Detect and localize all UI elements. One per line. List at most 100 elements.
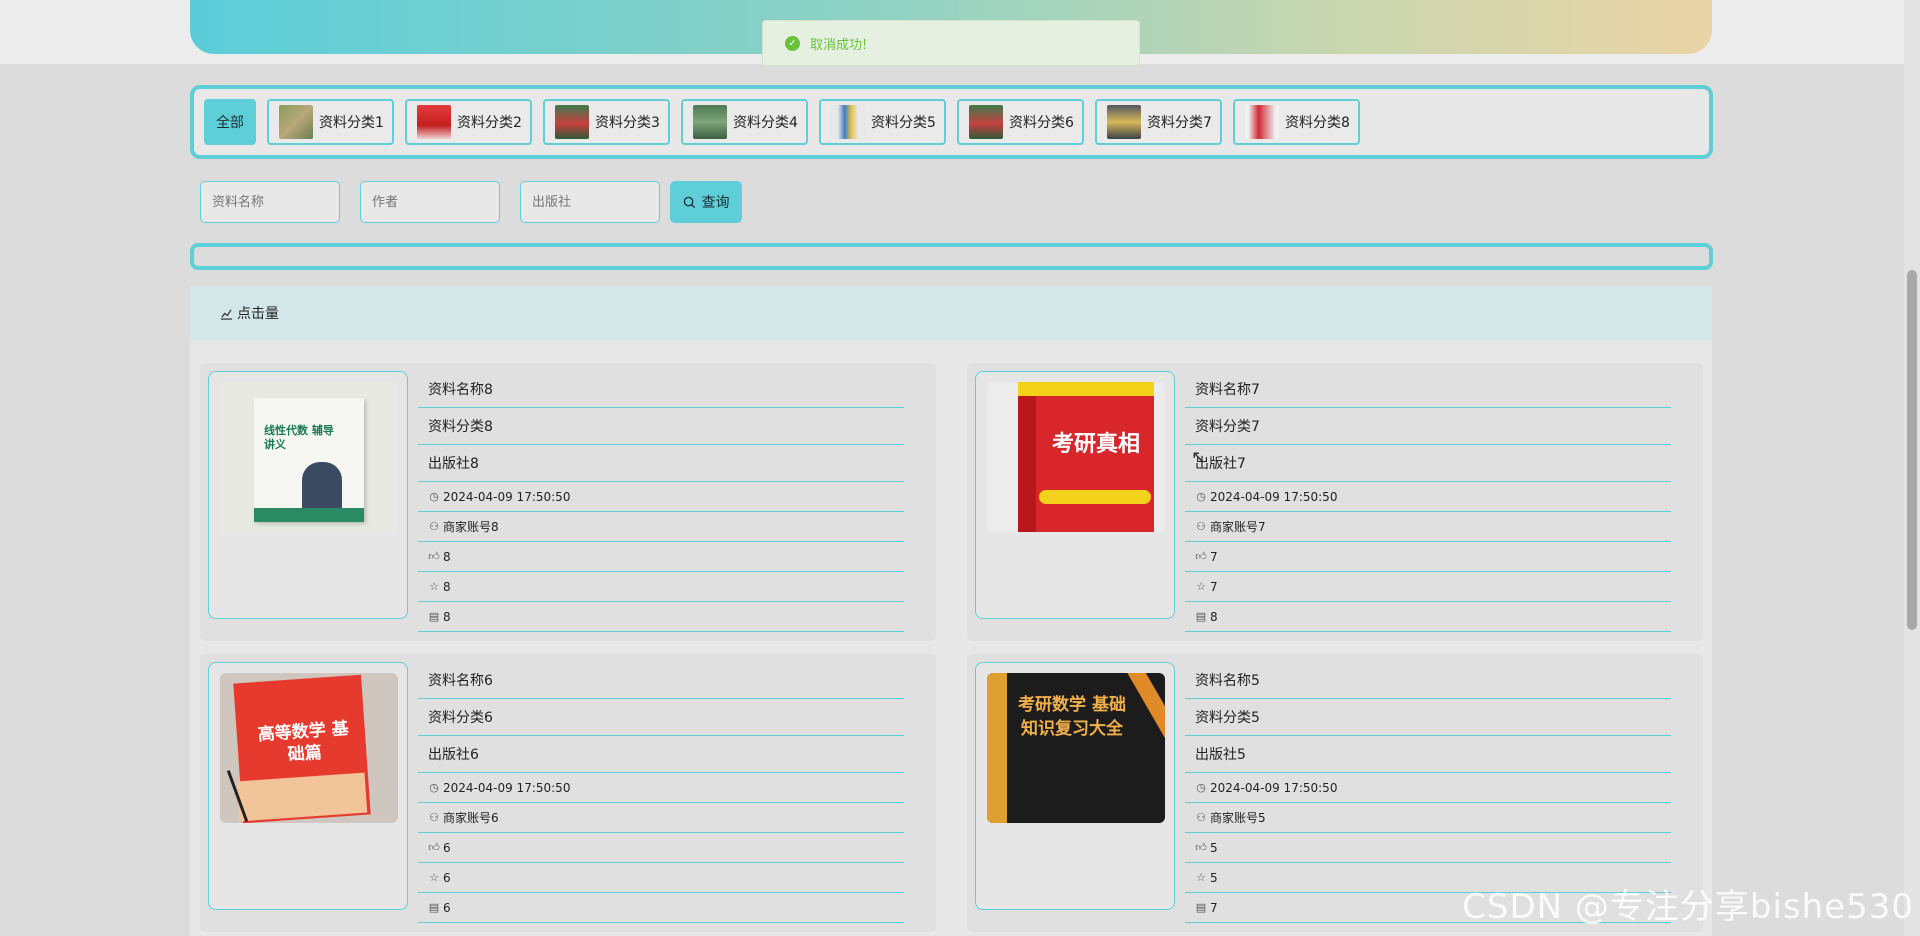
category-thumbnail [693,105,727,139]
star-icon: ☆ [1196,871,1206,884]
card-time: 2024-04-09 17:50:50 [1210,489,1338,504]
category-all-button[interactable]: 全部 [204,99,256,145]
scrollbar-thumb[interactable] [1907,270,1917,630]
card-favorites: 6 [443,870,451,885]
comment-icon: ▤ [1195,901,1207,914]
category-item-1[interactable]: 资料分类1 [267,99,394,145]
comment-icon: ▤ [428,901,440,914]
card-time: 2024-04-09 17:50:50 [443,780,571,795]
card-category: 资料分类8 [418,408,904,445]
card-name: 资料名称7 [1185,371,1671,408]
resource-card[interactable]: 线性代数 辅导讲义 资料名称8 资料分类8 出版社8 ◷ 2024-04-09 1… [200,363,936,641]
thumbs-up-icon: 👍︎ [1195,550,1207,563]
cover-frame: 考研真相 [975,371,1175,619]
card-likes: 7 [1210,549,1218,564]
category-item-2[interactable]: 资料分类2 [405,99,532,145]
category-thumbnail [1245,105,1279,139]
card-details: 资料名称8 资料分类8 出版社8 ◷ 2024-04-09 17:50:50 ⚇ 商… [418,371,904,632]
card-category: 资料分类5 [1185,699,1671,736]
card-merchant: 商家账号8 [443,520,499,534]
card-category: 资料分类6 [418,699,904,736]
category-item-4[interactable]: 资料分类4 [681,99,808,145]
section-header: 点击量 [190,286,1712,340]
toast-text: 取消成功! [810,37,868,53]
star-icon: ☆ [429,580,439,593]
card-publisher: 出版社7 [1185,445,1671,482]
card-category: 资料分类7 [1185,408,1671,445]
category-thumbnail [1107,105,1141,139]
cover-frame: 考研数学 基础知识复习大全 [975,662,1175,910]
card-merchant: 商家账号7 [1210,520,1266,534]
comment-icon: ▤ [428,610,440,623]
search-icon [683,196,695,208]
clock-icon: ◷ [1196,490,1206,503]
category-thumbnail [417,105,451,139]
resource-card[interactable]: 考研真相 资料名称7 资料分类7 出版社7 ◷ 2024-04-09 17:50:… [967,363,1703,641]
cover-frame: 线性代数 辅导讲义 [208,371,408,619]
card-comments: 8 [443,609,451,624]
category-item-5[interactable]: 资料分类5 [819,99,946,145]
category-item-7[interactable]: 资料分类7 [1095,99,1222,145]
category-thumbnail [279,105,313,139]
card-time: 2024-04-09 17:50:50 [1210,780,1338,795]
author-search-input[interactable] [360,181,500,223]
star-icon: ☆ [429,871,439,884]
card-details: 资料名称7 资料分类7 出版社7 ◷ 2024-04-09 17:50:50 ⚇ 商… [1185,371,1671,632]
clock-icon: ◷ [429,781,439,794]
book-cover-image: 考研真相 [987,382,1165,532]
toast-message: ✓ 取消成功! [762,20,1140,66]
card-comments: 8 [1210,609,1218,624]
clock-icon: ◷ [429,490,439,503]
user-icon: ⚇ [1196,520,1206,533]
publisher-search-input[interactable] [520,181,660,223]
card-comments: 7 [1210,900,1218,915]
card-favorites: 8 [443,579,451,594]
category-bar: 全部 资料分类1 资料分类2 资料分类3 资料分类4 资料分类5 资料分类6 资… [190,85,1713,159]
card-name: 资料名称8 [418,371,904,408]
clock-icon: ◷ [1196,781,1206,794]
category-thumbnail [969,105,1003,139]
search-bar: 查询 [200,181,742,223]
card-merchant: 商家账号5 [1210,811,1266,825]
cover-frame: 高等数学 基础篇 [208,662,408,910]
card-favorites: 7 [1210,579,1218,594]
card-likes: 8 [443,549,451,564]
category-item-3[interactable]: 资料分类3 [543,99,670,145]
book-cover-image: 线性代数 辅导讲义 [220,382,398,532]
user-icon: ⚇ [429,520,439,533]
user-icon: ⚇ [1196,811,1206,824]
category-item-6[interactable]: 资料分类6 [957,99,1084,145]
user-icon: ⚇ [429,811,439,824]
card-name: 资料名称6 [418,662,904,699]
name-search-input[interactable] [200,181,340,223]
scrollbar[interactable] [1904,0,1920,936]
book-cover-image: 高等数学 基础篇 [220,673,398,823]
section-title: 点击量 [237,306,279,322]
card-merchant: 商家账号6 [443,811,499,825]
mouse-cursor-icon: ↖ [1191,447,1207,468]
card-time: 2024-04-09 17:50:50 [443,489,571,504]
empty-panel [190,243,1713,270]
card-likes: 5 [1210,840,1218,855]
check-circle-icon: ✓ [785,35,800,51]
card-details: 资料名称6 资料分类6 出版社6 ◷ 2024-04-09 17:50:50 ⚇ 商… [418,662,904,923]
card-publisher: 出版社5 [1185,736,1671,773]
card-publisher: 出版社6 [418,736,904,773]
resource-card[interactable]: 高等数学 基础篇 资料名称6 资料分类6 出版社6 ◷ 2024-04-09 17… [200,654,936,932]
category-thumbnail [831,105,865,139]
card-likes: 6 [443,840,451,855]
search-button[interactable]: 查询 [670,181,742,223]
category-item-8[interactable]: 资料分类8 [1233,99,1360,145]
book-cover-image: 考研数学 基础知识复习大全 [987,673,1165,823]
category-thumbnail [555,105,589,139]
star-icon: ☆ [1196,580,1206,593]
thumbs-up-icon: 👍︎ [428,550,440,563]
comment-icon: ▤ [1195,610,1207,623]
thumbs-up-icon: 👍︎ [1195,841,1207,854]
card-name: 资料名称5 [1185,662,1671,699]
thumbs-up-icon: 👍︎ [428,841,440,854]
card-comments: 6 [443,900,451,915]
card-favorites: 5 [1210,870,1218,885]
watermark: CSDN @专注分享bishe530 [1462,887,1914,927]
card-publisher: 出版社8 [418,445,904,482]
